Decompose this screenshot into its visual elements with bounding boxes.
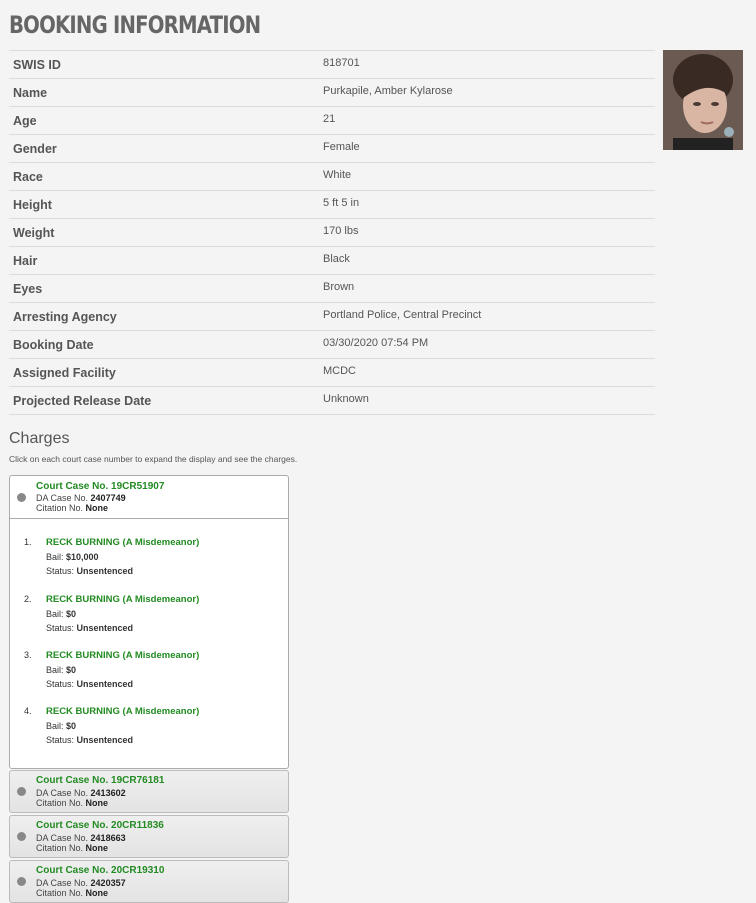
info-label: Race (13, 170, 43, 184)
info-label: Height (13, 198, 52, 212)
info-row-projected-release-date: Projected Release Date Unknown (9, 387, 655, 415)
charge-name: RECK BURNING (A Misdemeanor) (46, 537, 200, 548)
charges-heading: Charges (9, 430, 70, 447)
info-label: Name (13, 86, 48, 100)
info-row-hair: Hair Black (9, 247, 655, 275)
info-label: Booking Date (13, 338, 94, 352)
charge-status: Status: Unsentenced (46, 679, 134, 689)
da-case-number: DA Case No. 2420357 (36, 878, 126, 888)
info-row-age: Age 21 (9, 107, 655, 135)
info-value: 03/30/2020 07:54 PM (323, 337, 429, 349)
info-value: Brown (323, 281, 355, 293)
booking-photo-image (663, 50, 743, 150)
info-value: 170 lbs (323, 225, 359, 237)
court-case-number[interactable]: Court Case No. 20CR19310 (36, 865, 164, 876)
charge-status: Status: Unsentenced (46, 623, 134, 633)
charge-bail: Bail: $0 (46, 609, 77, 619)
expand-bullet-icon[interactable] (17, 832, 26, 841)
info-label: Assigned Facility (13, 366, 116, 380)
citation-number: Citation No. None (36, 888, 109, 898)
court-case-panel-expanded: Court Case No. 19CR51907 DA Case No. 240… (9, 475, 289, 769)
charge-item: 4. RECK BURNING (A Misdemeanor) Bail: $0… (24, 706, 274, 750)
info-label: SWIS ID (13, 58, 61, 72)
info-label: Eyes (13, 282, 43, 296)
info-value: White (323, 169, 352, 181)
charge-bail: Bail: $0 (46, 721, 77, 731)
info-value: MCDC (323, 365, 356, 377)
info-value: Portland Police, Central Precinct (323, 309, 482, 321)
charge-name: RECK BURNING (A Misdemeanor) (46, 650, 200, 661)
info-row-booking-date: Booking Date 03/30/2020 07:54 PM (9, 331, 655, 359)
charge-bail: Bail: $0 (46, 665, 77, 675)
info-row-height: Height 5 ft 5 in (9, 191, 655, 219)
expand-bullet-icon[interactable] (17, 877, 26, 886)
collapse-bullet-icon[interactable] (17, 493, 26, 502)
info-label: Weight (13, 226, 55, 240)
charge-status: Status: Unsentenced (46, 566, 134, 576)
info-value: 818701 (323, 57, 360, 69)
charge-bail: Bail: $10,000 (46, 552, 99, 562)
charge-item: 3. RECK BURNING (A Misdemeanor) Bail: $0… (24, 650, 274, 694)
info-value: Female (323, 141, 360, 153)
info-label: Arresting Agency (13, 310, 117, 324)
court-case-panel-collapsed[interactable]: Court Case No. 19CR76181 DA Case No. 241… (9, 770, 289, 813)
info-label: Hair (13, 254, 38, 268)
citation-number: Citation No. None (36, 503, 109, 513)
info-value: Purkapile, Amber Kylarose (323, 85, 453, 97)
charges-instruction: Click on each court case number to expan… (9, 454, 298, 464)
info-row-race: Race White (9, 163, 655, 191)
info-row-gender: Gender Female (9, 135, 655, 163)
court-case-number[interactable]: Court Case No. 19CR76181 (36, 775, 164, 786)
info-value: Unknown (323, 393, 369, 405)
info-row-eyes: Eyes Brown (9, 275, 655, 303)
citation-number: Citation No. None (36, 843, 109, 853)
info-row-weight: Weight 170 lbs (9, 219, 655, 247)
da-case-number: DA Case No. 2418663 (36, 833, 126, 843)
info-row-name: Name Purkapile, Amber Kylarose (9, 79, 655, 107)
charge-index: 1. (24, 537, 32, 547)
info-row-assigned-facility: Assigned Facility MCDC (9, 359, 655, 387)
info-label: Projected Release Date (13, 394, 152, 408)
charge-item: 2. RECK BURNING (A Misdemeanor) Bail: $0… (24, 594, 274, 638)
court-case-header[interactable]: Court Case No. 19CR51907 DA Case No. 240… (10, 476, 288, 519)
charge-name: RECK BURNING (A Misdemeanor) (46, 594, 200, 605)
info-value: Black (323, 253, 350, 265)
expand-bullet-icon[interactable] (17, 787, 26, 796)
info-value: 21 (323, 113, 336, 125)
page-title: BOOKING INFORMATION (9, 11, 261, 39)
booking-info-table: SWIS ID 818701 Name Purkapile, Amber Kylar… (9, 50, 655, 415)
info-row-swis-id: SWIS ID 818701 (9, 51, 655, 79)
charge-name: RECK BURNING (A Misdemeanor) (46, 706, 200, 717)
charge-index: 4. (24, 706, 32, 716)
info-value: 5 ft 5 in (323, 197, 360, 209)
court-case-number[interactable]: Court Case No. 20CR11836 (36, 820, 164, 831)
da-case-number: DA Case No. 2413602 (36, 788, 126, 798)
charge-status: Status: Unsentenced (46, 735, 134, 745)
court-case-number[interactable]: Court Case No. 19CR51907 (36, 481, 164, 492)
citation-number: Citation No. None (36, 798, 109, 808)
info-label: Gender (13, 142, 57, 156)
charge-index: 3. (24, 650, 32, 660)
booking-photo (663, 50, 743, 150)
court-case-panel-collapsed[interactable]: Court Case No. 20CR11836 DA Case No. 241… (9, 815, 289, 858)
info-label: Age (13, 114, 37, 128)
court-case-panel-collapsed[interactable]: Court Case No. 20CR19310 DA Case No. 242… (9, 860, 289, 903)
da-case-number: DA Case No. 2407749 (36, 493, 126, 503)
charge-item: 1. RECK BURNING (A Misdemeanor) Bail: $1… (24, 537, 274, 581)
charge-index: 2. (24, 594, 32, 604)
info-row-arresting-agency: Arresting Agency Portland Police, Central… (9, 303, 655, 331)
